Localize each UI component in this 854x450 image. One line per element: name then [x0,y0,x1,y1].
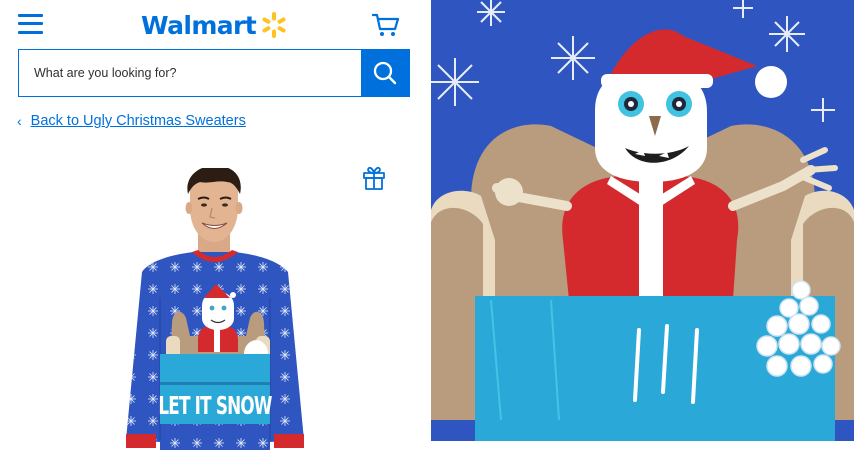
cart-icon[interactable] [372,12,400,38]
search-button[interactable] [361,50,409,96]
product-image[interactable]: LET IT SNOW [120,168,310,450]
back-link-label: Back to Ugly Christmas Sweaters [30,113,246,129]
sweater-closeup-image [431,0,854,441]
sweater-slogan: LET IT SNOW [158,392,271,421]
hamburger-menu-icon[interactable] [18,12,44,36]
brand-name: Walmart [141,10,257,40]
chevron-left-icon: ‹ [17,113,22,129]
spark-icon [262,12,286,38]
search-input[interactable] [19,50,361,96]
gift-icon[interactable] [362,165,386,191]
back-link[interactable]: ‹ Back to Ugly Christmas Sweaters [17,113,246,129]
walmart-mobile-page: Walmart ‹ Back to Ugly Christma [0,0,428,450]
search-icon [373,61,397,85]
walmart-logo[interactable]: Walmart [141,9,289,41]
search-bar [18,49,410,97]
